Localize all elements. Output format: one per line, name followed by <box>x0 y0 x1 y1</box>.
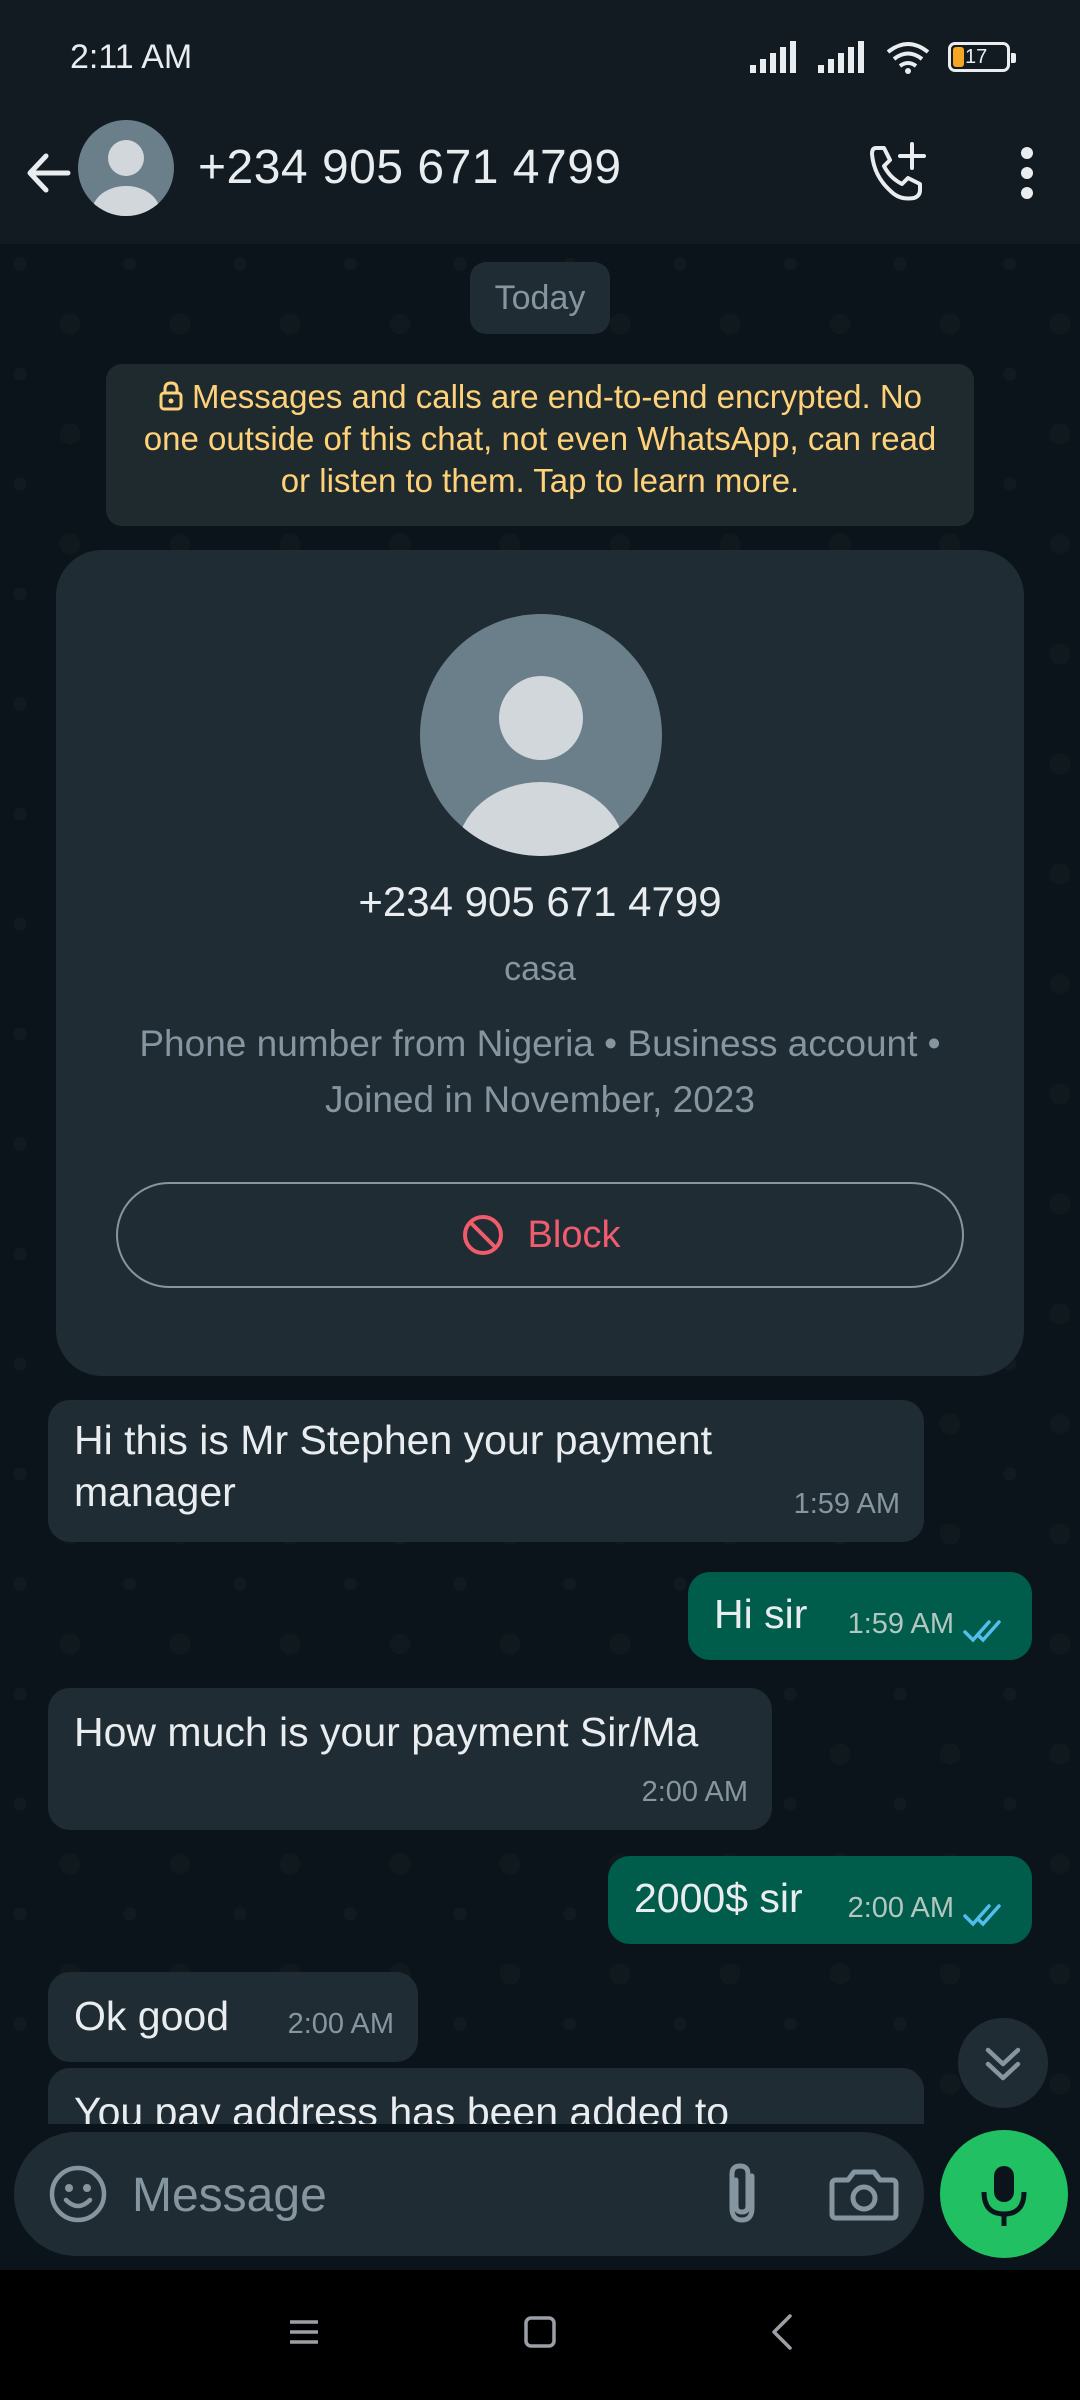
block-label: Block <box>527 1213 621 1256</box>
block-icon <box>460 1212 506 1258</box>
read-ticks-icon <box>962 1616 1010 1646</box>
system-nav-bar <box>0 2270 1080 2400</box>
microphone-icon[interactable] <box>940 2130 1068 2258</box>
status-time: 2:11 AM <box>70 38 193 76</box>
contact-info-card: +234 905 671 4799 casa Phone number from… <box>56 550 1024 1376</box>
scroll-to-bottom-button[interactable] <box>958 2018 1048 2108</box>
chat-area[interactable]: Today Messages and calls are end-to-end … <box>0 244 1080 2124</box>
message-input[interactable] <box>130 2150 694 2240</box>
avatar <box>420 614 662 856</box>
battery-icon: 17 <box>948 42 1016 72</box>
message-composer <box>14 2132 924 2256</box>
date-chip: Today <box>470 262 610 334</box>
message-time: 2:00 AM <box>287 2008 394 2040</box>
attachment-icon[interactable] <box>704 2154 784 2234</box>
add-call-icon[interactable] <box>862 138 932 208</box>
message-time: 2:00 AM <box>641 1776 748 1808</box>
message-text: Hi this is Mr Stephen your payment manag… <box>74 1417 713 1515</box>
message-incoming[interactable]: You pay address has been added to <box>48 2068 924 2124</box>
contact-name: casa <box>504 950 576 988</box>
wifi-icon <box>886 40 930 74</box>
battery-percent: 17 <box>965 45 988 68</box>
more-vertical-icon[interactable] <box>1004 138 1050 208</box>
message-incoming[interactable]: Hi this is Mr Stephen your payment manag… <box>48 1400 924 1542</box>
nav-back-icon[interactable] <box>764 2312 800 2352</box>
emoji-icon[interactable] <box>42 2158 114 2230</box>
recent-apps-icon[interactable] <box>286 2314 322 2350</box>
message-text: How much is your payment Sir/Ma <box>74 1709 699 1755</box>
status-bar: 2:11 AM 17 <box>0 0 1080 118</box>
chat-header: +234 905 671 4799 <box>0 118 1080 246</box>
back-arrow-icon[interactable] <box>18 142 80 204</box>
message-incoming[interactable]: Ok good 2:00 AM <box>48 1972 418 2062</box>
encryption-notice-text: Messages and calls are end-to-end encryp… <box>143 378 937 499</box>
contact-title[interactable]: +234 905 671 4799 <box>198 140 622 195</box>
status-icons: 17 <box>750 40 1016 74</box>
message-time: 1:59 AM <box>793 1488 900 1520</box>
encryption-notice[interactable]: Messages and calls are end-to-end encryp… <box>106 364 974 526</box>
block-button[interactable]: Block <box>116 1182 964 1288</box>
message-time: 1:59 AM <box>847 1608 954 1640</box>
lock-icon <box>158 380 184 412</box>
contact-meta: Phone number from Nigeria • Business acc… <box>139 1023 941 1120</box>
message-incoming[interactable]: How much is your payment Sir/Ma 2:00 AM <box>48 1688 772 1830</box>
message-outgoing[interactable]: 2000$ sir 2:00 AM <box>608 1856 1032 1944</box>
signal-icon <box>750 41 800 73</box>
message-text: You pay address has been added to <box>74 2089 730 2124</box>
battery-level-fill <box>953 47 964 67</box>
message-time: 2:00 AM <box>847 1892 954 1924</box>
signal-icon <box>818 41 868 73</box>
home-icon[interactable] <box>522 2314 558 2350</box>
contact-phone: +234 905 671 4799 <box>358 878 722 925</box>
read-ticks-icon <box>962 1900 1010 1930</box>
avatar[interactable] <box>78 120 174 216</box>
message-outgoing[interactable]: Hi sir 1:59 AM <box>688 1572 1032 1660</box>
camera-icon[interactable] <box>822 2154 906 2234</box>
